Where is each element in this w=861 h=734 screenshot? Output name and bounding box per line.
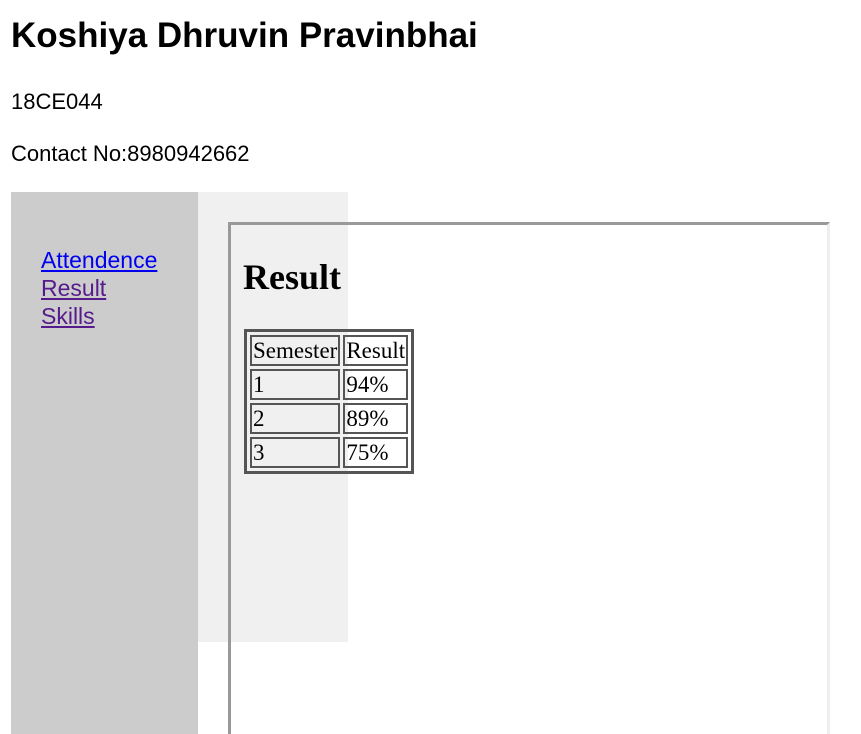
student-id: 18CE044 xyxy=(11,89,103,114)
semester-cell: 1 xyxy=(250,369,341,400)
sidebar-link-skills[interactable]: Skills xyxy=(41,302,95,330)
contact-number: Contact No:8980942662 xyxy=(11,141,250,166)
portfolio-page: Koshiya Dhruvin Pravinbhai 18CE044 Conta… xyxy=(0,0,861,734)
result-column-header: Result xyxy=(343,335,409,366)
sidebar-links: Attendence Result Skills xyxy=(41,246,157,330)
table-header-row: Semester Result xyxy=(250,335,409,366)
sidebar-link-attendence[interactable]: Attendence xyxy=(41,246,157,274)
table-row: 2 89% xyxy=(250,403,409,434)
result-cell: 89% xyxy=(343,403,409,434)
sidebar-navigation: Attendence Result Skills xyxy=(11,192,198,734)
result-heading: Result xyxy=(243,257,341,297)
sidebar-link-result[interactable]: Result xyxy=(41,274,106,302)
semester-cell: 2 xyxy=(250,403,341,434)
result-frame[interactable]: Result Semester Result 1 94% 2 89% 3 75% xyxy=(228,222,830,734)
table-row: 1 94% xyxy=(250,369,409,400)
student-name: Koshiya Dhruvin Pravinbhai xyxy=(11,16,478,55)
semester-cell: 3 xyxy=(250,437,341,468)
table-row: 3 75% xyxy=(250,437,409,468)
semester-column-header: Semester xyxy=(250,335,341,366)
result-table: Semester Result 1 94% 2 89% 3 75% xyxy=(244,329,415,474)
result-cell: 94% xyxy=(343,369,409,400)
result-cell: 75% xyxy=(343,437,409,468)
